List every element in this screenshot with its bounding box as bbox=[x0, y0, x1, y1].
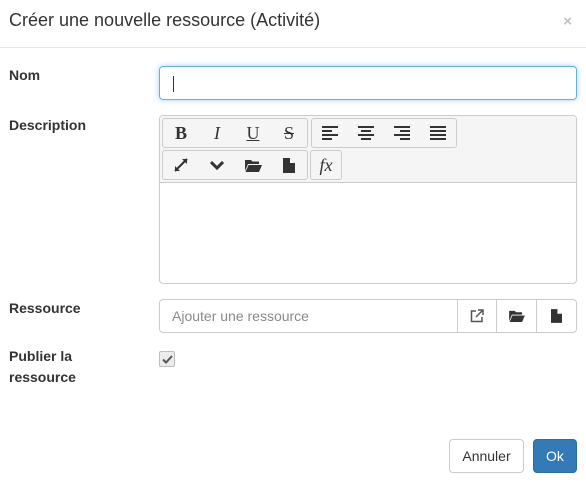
align-left-icon bbox=[322, 126, 338, 140]
ressource-input[interactable] bbox=[160, 300, 458, 332]
folder-open-icon bbox=[244, 159, 262, 172]
nom-label: Nom bbox=[9, 67, 41, 83]
bold-button[interactable]: B bbox=[163, 119, 199, 147]
tools-button-group bbox=[162, 150, 308, 180]
new-file-button[interactable] bbox=[271, 151, 307, 179]
file-icon bbox=[550, 309, 562, 323]
browse-folder-button[interactable] bbox=[497, 300, 537, 332]
description-label: Description bbox=[9, 117, 87, 133]
text-caret bbox=[173, 76, 174, 92]
new-file-button[interactable] bbox=[537, 300, 576, 332]
cancel-button[interactable]: Annuler bbox=[449, 439, 524, 473]
align-center-button[interactable] bbox=[348, 119, 384, 147]
chevron-down-icon bbox=[210, 160, 224, 170]
ressource-input-group bbox=[159, 299, 577, 333]
align-justify-icon bbox=[430, 126, 446, 140]
align-justify-button[interactable] bbox=[420, 119, 456, 147]
align-right-icon bbox=[394, 126, 410, 140]
open-folder-button[interactable] bbox=[235, 151, 271, 179]
folder-open-icon bbox=[508, 310, 525, 322]
editor-content-area[interactable] bbox=[160, 184, 576, 283]
format-button-group: B I U S bbox=[162, 118, 308, 148]
align-button-group bbox=[311, 118, 457, 148]
close-button[interactable]: × bbox=[563, 13, 572, 30]
italic-button[interactable]: I bbox=[199, 119, 235, 147]
publier-checkbox[interactable] bbox=[159, 351, 175, 367]
editor-toolbar: B I U S fx bbox=[160, 116, 576, 183]
more-button[interactable] bbox=[199, 151, 235, 179]
external-link-icon bbox=[470, 309, 484, 323]
modal-header: Créer une nouvelle ressource (Activité) … bbox=[0, 0, 586, 48]
strikethrough-button[interactable]: S bbox=[271, 119, 307, 147]
underline-button[interactable]: U bbox=[235, 119, 271, 147]
publier-label-line1: Publier la bbox=[9, 348, 73, 364]
fullscreen-button[interactable] bbox=[163, 151, 199, 179]
publier-label: Publier la ressource bbox=[9, 346, 76, 388]
align-left-button[interactable] bbox=[312, 119, 348, 147]
fullscreen-icon bbox=[174, 158, 188, 172]
checkmark-icon bbox=[161, 354, 173, 364]
align-center-icon bbox=[358, 126, 374, 140]
publier-label-line2: ressource bbox=[9, 369, 76, 385]
ressource-label: Ressource bbox=[9, 300, 81, 316]
ok-button[interactable]: Ok bbox=[533, 439, 577, 473]
modal-title: Créer une nouvelle ressource (Activité) bbox=[9, 10, 321, 30]
formula-button-group: fx bbox=[310, 150, 342, 180]
formula-button[interactable]: fx bbox=[311, 151, 341, 179]
open-link-button[interactable] bbox=[458, 300, 498, 332]
description-editor: B I U S fx bbox=[159, 115, 577, 284]
nom-input[interactable] bbox=[159, 66, 577, 100]
align-right-button[interactable] bbox=[384, 119, 420, 147]
file-icon bbox=[283, 157, 295, 173]
